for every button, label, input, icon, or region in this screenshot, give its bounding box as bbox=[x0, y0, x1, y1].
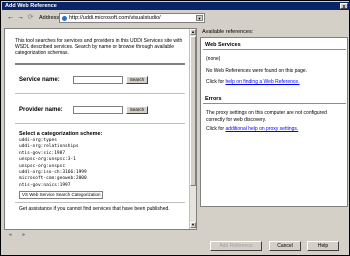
provider-name-label: Provider name: bbox=[19, 107, 63, 113]
provider-name-input[interactable] bbox=[73, 106, 123, 114]
separator bbox=[15, 202, 185, 203]
proxy-help-line: Click for additional help on proxy setti… bbox=[206, 126, 299, 132]
category-item[interactable]: ntis-gov:naics:1997 bbox=[19, 183, 87, 189]
service-name-label: Service name: bbox=[19, 77, 60, 83]
back-arrow-icon[interactable]: ← bbox=[6, 13, 15, 22]
no-references-text: No Web References were found on this pag… bbox=[206, 68, 308, 74]
provider-search-button[interactable]: Search bbox=[126, 106, 148, 114]
help-finding-link[interactable]: help on finding a Web Reference. bbox=[225, 79, 299, 85]
address-label: Address bbox=[39, 15, 60, 21]
title-bar: Add Web Reference x bbox=[2, 2, 350, 10]
none-text: (none) bbox=[206, 56, 221, 62]
service-name-input[interactable] bbox=[73, 76, 123, 84]
address-field[interactable]: http://uddi.microsoft.com/visualstudio/ … bbox=[59, 13, 205, 23]
page-nav: ◄ ► bbox=[4, 231, 30, 239]
proxy-error-text: The proxy settings on this computer are … bbox=[206, 110, 327, 123]
intro-text: This tool searches for services and prov… bbox=[15, 38, 183, 56]
dropdown-arrow-icon[interactable]: ▼ bbox=[196, 15, 203, 21]
errors-heading: Errors bbox=[203, 96, 346, 104]
category-list: uddi-org:types uddi-org:relationships nt… bbox=[19, 138, 87, 189]
browser-toolbar: ← → ⟳ Address http://uddi.microsoft.com/… bbox=[3, 11, 349, 25]
proxy-help-link[interactable]: additional help on proxy settings. bbox=[225, 126, 298, 132]
ie-page-icon bbox=[62, 15, 67, 21]
separator bbox=[15, 123, 185, 124]
service-search-button[interactable]: Search bbox=[126, 76, 148, 84]
help-button[interactable]: Help bbox=[307, 241, 339, 251]
web-services-heading: Web Services bbox=[203, 42, 346, 50]
references-pane: Web Services (none) No Web References we… bbox=[200, 37, 348, 207]
vertical-scrollbar[interactable]: ▲ ▼ bbox=[189, 29, 196, 229]
category-item[interactable]: microsoft-com:geoweb:2000 bbox=[19, 176, 87, 182]
assistance-text[interactable]: Get assistance if you cannot find servic… bbox=[19, 206, 185, 213]
uddi-browser-pane: This tool searches for services and prov… bbox=[4, 28, 197, 230]
add-reference-button[interactable]: Add Reference bbox=[210, 241, 262, 251]
add-web-reference-dialog: Add Web Reference x ← → ⟳ Address http:/… bbox=[0, 0, 350, 256]
scroll-down-icon[interactable]: ▼ bbox=[190, 222, 196, 228]
close-icon[interactable]: x bbox=[340, 3, 348, 10]
available-references-label: Available references: bbox=[202, 29, 254, 35]
category-heading: Select a categorization scheme: bbox=[19, 131, 103, 137]
help-finding-line: Click for help on finding a Web Referenc… bbox=[206, 79, 300, 85]
vs-search-category-link[interactable]: VS Web Service Search Categorization bbox=[19, 191, 104, 199]
separator bbox=[15, 63, 185, 65]
refresh-icon[interactable]: ⟳ bbox=[26, 13, 35, 22]
next-page-icon[interactable]: ► bbox=[18, 231, 30, 239]
window-title: Add Web Reference bbox=[5, 3, 57, 9]
address-value: http://uddi.microsoft.com/visualstudio/ bbox=[69, 15, 161, 21]
category-item[interactable]: uddi-org:relationships bbox=[19, 144, 87, 150]
separator bbox=[15, 93, 185, 94]
prev-page-icon[interactable]: ◄ bbox=[4, 231, 16, 239]
forward-arrow-icon[interactable]: → bbox=[16, 13, 25, 22]
scroll-thumb[interactable] bbox=[190, 36, 196, 186]
scroll-up-icon[interactable]: ▲ bbox=[190, 29, 196, 35]
cancel-button[interactable]: Cancel bbox=[269, 241, 301, 251]
